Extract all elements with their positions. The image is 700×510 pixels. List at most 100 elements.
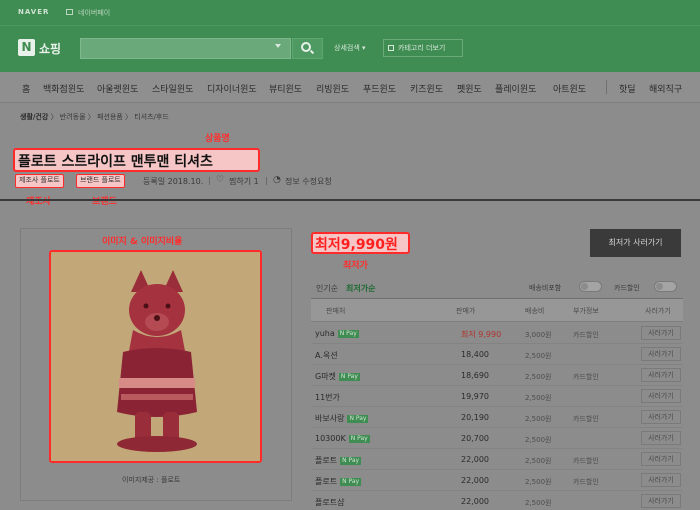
search-icon[interactable] bbox=[301, 42, 311, 52]
shipping-included-toggle[interactable] bbox=[579, 281, 602, 292]
seller-price: 18,400 bbox=[461, 350, 489, 359]
buy-button[interactable]: 사러가기 bbox=[641, 326, 681, 340]
seller-name[interactable]: A.옥션 bbox=[315, 350, 338, 361]
seller-name[interactable]: 플로트 N Pay bbox=[315, 455, 362, 466]
pay-icon bbox=[66, 9, 73, 15]
seller-table-header bbox=[311, 298, 683, 322]
extra-info: 카드할인 bbox=[573, 373, 599, 381]
section-divider bbox=[0, 199, 700, 201]
seller-name[interactable]: 10300K N Pay bbox=[315, 434, 370, 443]
shop-logo[interactable]: N bbox=[18, 39, 35, 56]
seller-name[interactable]: G마켓 N Pay bbox=[315, 371, 360, 382]
shipping-fee: 2,500원 bbox=[525, 373, 552, 381]
buy-button[interactable]: 사러가기 bbox=[641, 452, 681, 466]
nav-item-designer[interactable]: 디자이너윈도 bbox=[207, 82, 257, 95]
dog-in-shirt-illustration bbox=[51, 252, 260, 461]
npay-badge: N Pay bbox=[340, 457, 362, 465]
column-seller: 판매처 bbox=[326, 307, 346, 315]
sort-lowest[interactable]: 최저가순 bbox=[346, 283, 375, 294]
card-discount-toggle[interactable] bbox=[654, 281, 677, 292]
nav-item-outlet[interactable]: 아울렛윈도 bbox=[97, 82, 138, 95]
nav-item-overseas[interactable]: 해외직구 bbox=[649, 82, 682, 95]
nav-item-home[interactable]: 홈 bbox=[22, 82, 30, 95]
shipping-fee: 2,500원 bbox=[525, 394, 552, 402]
seller-name[interactable]: yuha N Pay bbox=[315, 329, 359, 338]
seller-name[interactable]: 플로트 N Pay bbox=[315, 476, 362, 487]
heart-icon[interactable]: ♡ bbox=[216, 176, 226, 185]
seller-price: 20,700 bbox=[461, 434, 489, 443]
buy-button[interactable]: 사러가기 bbox=[641, 431, 681, 445]
npay-badge: N Pay bbox=[347, 415, 369, 423]
seller-name[interactable]: 11번가 bbox=[315, 392, 340, 403]
detail-search-link[interactable]: 상세검색 ▾ bbox=[334, 43, 366, 53]
naver-logo[interactable]: NAVER bbox=[18, 8, 49, 16]
nav-item-hotdeal[interactable]: 핫딜 bbox=[619, 82, 636, 95]
npay-badge: N Pay bbox=[337, 330, 359, 338]
shipping-fee: 2,500원 bbox=[525, 457, 552, 465]
sort-popular[interactable]: 인기순 bbox=[316, 283, 338, 294]
brand-tag[interactable]: 브랜드 플로트 bbox=[76, 174, 125, 188]
column-shipping: 배송비 bbox=[525, 307, 545, 315]
buy-button[interactable]: 사러가기 bbox=[641, 410, 681, 424]
extra-info: 카드할인 bbox=[573, 415, 599, 423]
buy-button[interactable]: 사러가기 bbox=[641, 347, 681, 361]
image-caption: 이미지제공 : 플로트 bbox=[122, 476, 181, 484]
shipping-included-label: 배송비포함 bbox=[529, 284, 562, 292]
shipping-fee: 2,500원 bbox=[525, 436, 552, 444]
nav-item-art[interactable]: 아트윈도 bbox=[553, 82, 586, 95]
table-row: G마켓 N Pay 18,690 2,500원 카드할인 사러가기 bbox=[311, 365, 683, 386]
seller-name[interactable]: 플로트샵 bbox=[315, 497, 344, 508]
nav-divider bbox=[606, 80, 607, 94]
category-more-button[interactable]: 카테고리 더보기 bbox=[383, 39, 463, 57]
maker-tag[interactable]: 제조사 플로트 bbox=[15, 174, 64, 188]
annotation-lowest-price: 최저가 bbox=[343, 261, 368, 271]
seller-price: 22,000 bbox=[461, 455, 489, 464]
like-button[interactable]: 찜하기 1 bbox=[229, 176, 259, 187]
shipping-fee: 2,500원 bbox=[525, 478, 552, 486]
card-discount-label: 카드할인 bbox=[614, 284, 640, 292]
search-input[interactable] bbox=[80, 38, 291, 59]
npay-badge: N Pay bbox=[338, 373, 360, 381]
buy-button[interactable]: 사러가기 bbox=[641, 368, 681, 382]
product-title: 플로트 스트라이프 맨투맨 티셔츠 bbox=[18, 154, 213, 170]
reg-date: 등록일 2018.10. bbox=[143, 177, 204, 186]
table-row: 플로트 N Pay 22,000 2,500원 카드할인 사러가기 bbox=[311, 470, 683, 491]
buy-button[interactable]: 사러가기 bbox=[641, 494, 681, 508]
column-extra: 부가정보 bbox=[573, 307, 599, 315]
seller-name[interactable]: 바보사랑 N Pay bbox=[315, 413, 369, 424]
nav-item-beauty[interactable]: 뷰티윈도 bbox=[269, 82, 302, 95]
meta-divider bbox=[266, 177, 267, 185]
chevron-down-icon[interactable] bbox=[275, 44, 281, 48]
seller-price: 22,000 bbox=[461, 497, 489, 506]
nav-item-pet[interactable]: 펫윈도 bbox=[457, 82, 482, 95]
product-image[interactable] bbox=[49, 250, 262, 463]
bell-icon[interactable]: ◔ bbox=[273, 176, 282, 185]
annotation-product-name: 상품명 bbox=[205, 134, 230, 144]
table-row: A.옥션 18,400 2,500원 사러가기 bbox=[311, 344, 683, 365]
seller-price: 19,970 bbox=[461, 392, 489, 401]
report-link[interactable]: 정보 수정요청 bbox=[285, 176, 332, 187]
shop-title[interactable]: 쇼핑 bbox=[39, 40, 61, 57]
category-icon bbox=[388, 45, 394, 51]
npay-badge: N Pay bbox=[348, 435, 370, 443]
table-row: yuha N Pay 최저 9,990 3,000원 카드할인 사러가기 bbox=[311, 323, 683, 344]
seller-price: 18,690 bbox=[461, 371, 489, 380]
breadcrumb-rest[interactable]: 〉 반려동물 〉 패션용품 〉 티셔츠/후드 bbox=[51, 113, 169, 121]
buy-button[interactable]: 사러가기 bbox=[641, 389, 681, 403]
breadcrumb-root[interactable]: 생활/건강 bbox=[20, 113, 48, 121]
shipping-fee: 2,500원 bbox=[525, 352, 552, 360]
nav-item-style[interactable]: 스타일윈도 bbox=[152, 82, 193, 95]
buy-button[interactable]: 사러가기 bbox=[641, 473, 681, 487]
seller-price: 20,190 bbox=[461, 413, 489, 422]
column-buy: 사러가기 bbox=[645, 307, 671, 315]
buy-lowest-button[interactable]: 최저가 사러가기 bbox=[590, 229, 681, 257]
seller-price: 최저 9,990 bbox=[461, 330, 502, 339]
nav-item-living[interactable]: 리빙윈도 bbox=[316, 82, 349, 95]
nav-item-dept[interactable]: 백화점윈도 bbox=[43, 82, 84, 95]
util-link[interactable]: 네이버페이 bbox=[78, 8, 110, 18]
nav-item-play[interactable]: 플레이윈도 bbox=[495, 82, 536, 95]
nav-item-kids[interactable]: 키즈윈도 bbox=[410, 82, 443, 95]
extra-info: 카드할인 bbox=[573, 478, 599, 486]
nav-item-food[interactable]: 푸드윈도 bbox=[363, 82, 396, 95]
table-row: 플로트 N Pay 22,000 2,500원 카드할인 사러가기 bbox=[311, 449, 683, 470]
